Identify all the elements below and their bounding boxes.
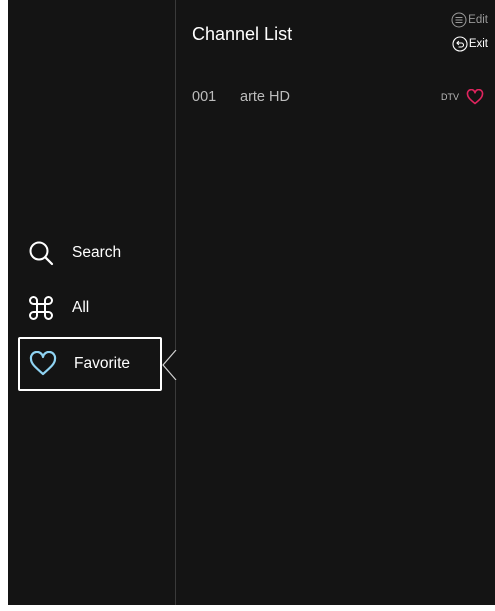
back-icon bbox=[452, 36, 468, 52]
heart-icon bbox=[29, 350, 57, 378]
sidebar-item-favorite[interactable]: Favorite bbox=[18, 337, 162, 391]
sidebar-item-label: All bbox=[72, 299, 90, 316]
channel-row[interactable]: 001 arte HD DTV bbox=[192, 84, 487, 110]
channel-list-panel: Channel List Edit Exit 001 arte HD DTV bbox=[176, 0, 495, 605]
sidebar-item-label: Favorite bbox=[74, 355, 130, 372]
page-title: Channel List bbox=[192, 24, 293, 44]
favorite-heart-icon bbox=[466, 89, 484, 105]
search-icon bbox=[27, 239, 55, 267]
edit-hint[interactable]: Edit bbox=[451, 12, 488, 28]
channel-type-badge: DTV bbox=[441, 92, 459, 102]
menu-icon bbox=[451, 12, 467, 28]
sidebar-item-label: Search bbox=[72, 244, 122, 261]
sidebar-item-all[interactable]: All bbox=[18, 281, 162, 335]
channel-number: 001 bbox=[192, 89, 217, 105]
command-icon bbox=[27, 294, 55, 322]
channel-name: arte HD bbox=[240, 89, 290, 105]
exit-hint[interactable]: Exit bbox=[452, 36, 488, 52]
tv-screen: Search All Favorite Channel List Edit Ex… bbox=[8, 0, 495, 605]
edit-hint-label: Edit bbox=[468, 14, 488, 26]
sidebar-item-search[interactable]: Search bbox=[18, 226, 162, 280]
sidebar: Search All Favorite bbox=[8, 0, 175, 605]
exit-hint-label: Exit bbox=[468, 38, 488, 50]
